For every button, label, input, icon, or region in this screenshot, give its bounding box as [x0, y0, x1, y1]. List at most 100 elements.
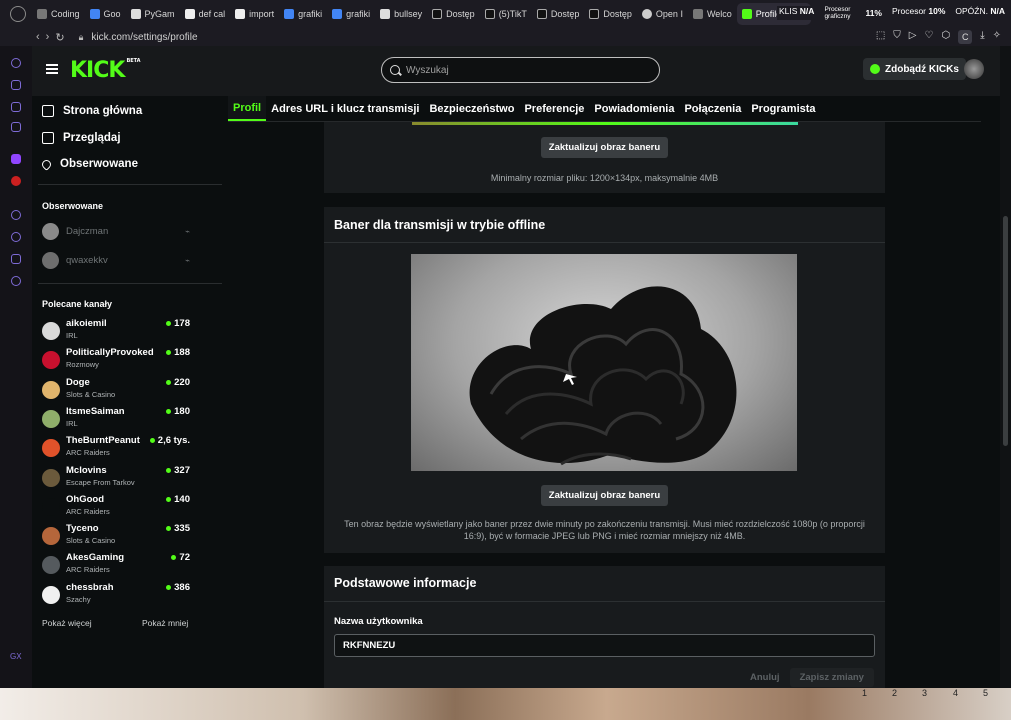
browser-tab[interactable]: Dostęp [532, 3, 585, 25]
followed-channel[interactable]: qwaxekkv ⌁ [42, 252, 190, 269]
kick-logo[interactable]: KICK BETA [70, 58, 141, 83]
tab-notifications[interactable]: Powiadomienia [589, 96, 679, 121]
cancel-button[interactable]: Anuluj [750, 668, 780, 687]
back-icon[interactable]: ‹ [36, 31, 40, 44]
recommended-channel[interactable]: OhGood ARC Raiders 140 [42, 494, 190, 522]
search-box[interactable] [381, 57, 660, 83]
show-more-link[interactable]: Pokaż więcej [42, 618, 92, 628]
recommended-channel[interactable]: Doge Slots & Casino 220 [42, 377, 190, 405]
channel-name: Tyceno [66, 523, 99, 535]
extensions-icon[interactable]: ⬡ [941, 30, 950, 44]
recommended-channel[interactable]: TheBurntPeanut ARC Raiders 2,6 tys. [42, 435, 190, 463]
recommended-channel[interactable]: chessbrah Szachy 386 [42, 582, 190, 610]
recommended-channel[interactable]: Mclovins Escape From Tarkov 327 [42, 465, 190, 493]
browser-tab[interactable]: Goo [85, 3, 126, 25]
tab-security[interactable]: Bezpieczeństwo [424, 96, 519, 121]
banner-card: Zaktualizuj obraz baneru Minimalny rozmi… [324, 122, 885, 193]
channel-name: qwaxekkv [66, 255, 108, 266]
settings-icon[interactable] [11, 276, 21, 286]
username-field[interactable]: RKFNNEZU [334, 634, 875, 657]
update-banner-button[interactable]: Zaktualizuj obraz baneru [541, 137, 668, 158]
camera-icon[interactable]: ⬚ [876, 30, 885, 44]
user-avatar[interactable] [964, 59, 984, 79]
channel-name: Mclovins [66, 464, 107, 476]
workspace-number[interactable]: 3 [922, 688, 927, 698]
gx-store-icon[interactable] [11, 80, 21, 90]
browser-tab[interactable]: Welco [688, 3, 737, 25]
browser-tab[interactable]: import [230, 3, 279, 25]
history-icon[interactable] [11, 232, 21, 242]
twitch-icon[interactable] [11, 154, 21, 164]
tab-label: (5)TikT [498, 9, 527, 19]
viewer-count: 188 [166, 347, 190, 358]
messenger-icon[interactable] [11, 122, 21, 132]
followed-channel[interactable]: Dajczman ⌁ [42, 223, 190, 240]
tab-preferences[interactable]: Preferencje [519, 96, 589, 121]
channel-category: Slots & Casino [66, 389, 116, 399]
tab-connections[interactable]: Połączenia [679, 96, 746, 121]
search-input[interactable] [406, 64, 636, 76]
tab-label: Dostęp [446, 9, 475, 19]
opera-menu-icon[interactable] [10, 6, 26, 22]
banner-preview [412, 122, 798, 125]
twitch-icon[interactable] [11, 102, 21, 112]
profile-c-icon[interactable]: C [958, 30, 973, 44]
recommended-channel[interactable]: PoliticallyProvoked Rozmowy 188 [42, 347, 190, 375]
browser-tab[interactable]: Dostęp [427, 3, 480, 25]
tab-profile[interactable]: Profil [228, 96, 267, 121]
browser-tab[interactable]: (5)TikT [480, 3, 532, 25]
recommended-channel[interactable]: aikoiemil IRL 178 [42, 318, 190, 346]
tab-stream-url[interactable]: Adres URL i klucz transmisji [266, 96, 424, 121]
browser-tab[interactable]: grafiki [279, 3, 327, 25]
viewer-count: 220 [166, 377, 190, 388]
reload-icon[interactable]: ↻ [55, 31, 64, 44]
delay-value: N/A [990, 6, 1005, 16]
browser-tab[interactable]: PyGam [126, 3, 180, 25]
url-field[interactable]: 🔒︎ kick.com/settings/profile [79, 32, 198, 43]
play-icon[interactable]: ▷ [909, 30, 917, 44]
get-kicks-button[interactable]: Zdobądź KICKs [863, 58, 966, 80]
nav-browse[interactable]: Przeglądaj [42, 132, 121, 144]
workspace-number[interactable]: 4 [953, 688, 958, 698]
tab-developer[interactable]: Programista [746, 96, 820, 121]
channel-category: Rozmowy [66, 360, 99, 370]
browser-tab[interactable]: Open I [637, 3, 688, 25]
offline-banner-hint: Ten obraz będzie wyświetlany jako baner … [344, 519, 865, 541]
shield-icon[interactable]: ⛉ [893, 30, 901, 44]
tab-label: def cal [198, 9, 226, 19]
heart-icon[interactable]: ♡ [924, 30, 933, 44]
workspace-number[interactable]: 5 [983, 688, 988, 698]
save-button[interactable]: Zapisz zmiany [789, 668, 874, 687]
offline-icon: ⌁ [185, 227, 190, 236]
browser-tab[interactable]: Coding [32, 3, 85, 25]
workspace-number[interactable]: 1 [862, 688, 867, 698]
show-less-link[interactable]: Pokaż mniej [142, 618, 188, 628]
recommended-channel[interactable]: ItsmeSaiman IRL 180 [42, 406, 190, 434]
logo-text: KICK [70, 58, 125, 83]
page-scrollbar[interactable] [1000, 46, 1011, 688]
nav-following[interactable]: Obserwowane [40, 157, 138, 171]
browser-tab[interactable]: grafiki [327, 3, 375, 25]
recommended-channel[interactable]: Tyceno Slots & Casino 335 [42, 523, 190, 551]
recommended-channel[interactable]: AkesGaming ARC Raiders 72 [42, 552, 190, 580]
forward-icon[interactable]: › [46, 31, 50, 44]
gx-label: GX [10, 652, 22, 661]
avatar [42, 252, 59, 269]
gx-corner-icon[interactable] [11, 58, 21, 68]
menu-icon[interactable] [46, 64, 58, 74]
browser-tab[interactable]: Dostęp [584, 3, 637, 25]
extensions-icon[interactable] [11, 254, 21, 264]
scrollbar-thumb[interactable] [1003, 216, 1008, 446]
workspace-number[interactable]: 2 [892, 688, 897, 698]
player-icon[interactable] [11, 210, 21, 220]
youtube-icon[interactable] [11, 176, 21, 186]
browser-tab[interactable]: bullsey [375, 3, 427, 25]
offline-banner-card: Baner dla transmisji w trybie offline Za… [324, 207, 885, 553]
browser-tab[interactable]: def cal [180, 3, 231, 25]
channel-category: ARC Raiders [66, 506, 110, 516]
gx-sidebar: GX [0, 46, 32, 688]
ai-icon[interactable]: ✧ [993, 30, 1001, 44]
nav-home[interactable]: Strona główna [42, 105, 142, 117]
update-offline-banner-button[interactable]: Zaktualizuj obraz baneru [541, 485, 668, 506]
download-icon[interactable]: ⤓ [980, 30, 984, 44]
